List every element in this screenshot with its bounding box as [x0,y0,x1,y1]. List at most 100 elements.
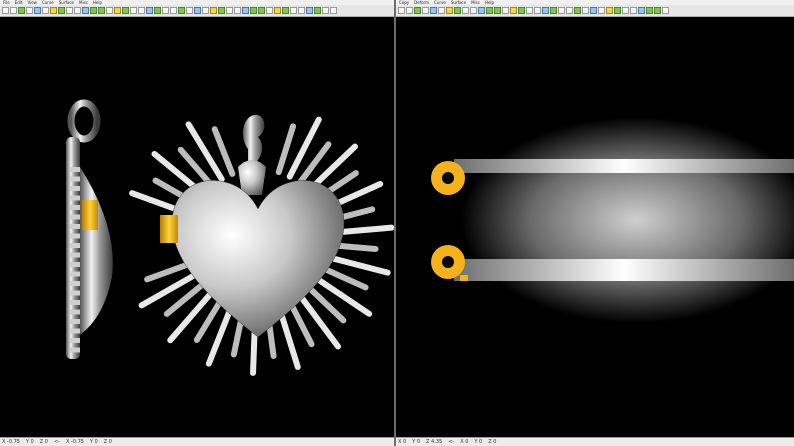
zoom-icon-button[interactable] [202,7,209,14]
render-icon-button[interactable] [282,7,289,14]
pointer-icon-button[interactable] [494,7,501,14]
pointer-icon-button[interactable] [638,7,645,14]
rotate-icon-button[interactable] [266,7,273,14]
pan-icon-button[interactable] [654,7,661,14]
side-ray-edge [70,271,80,277]
side-ray-edge [70,186,80,191]
grid-icon-button[interactable] [526,7,533,14]
left-toolbar [0,5,394,17]
zoom-icon-button[interactable] [250,7,257,14]
status-coord: X 0 [398,439,407,445]
pointer-icon-button[interactable] [242,7,249,14]
grid-icon-button[interactable] [274,7,281,14]
gold-hinge-front [160,215,178,243]
status-coord: Y 0 [412,439,421,445]
status-coord: Z 0 [488,439,497,445]
pointer-icon-button[interactable] [398,7,405,14]
zoom-icon-button[interactable] [454,7,461,14]
zoom-icon-button[interactable] [154,7,161,14]
status-coord: Y 0 [25,439,34,445]
render-icon-button[interactable] [138,7,145,14]
render-icon-button[interactable] [330,7,337,14]
sun-ray [167,288,216,344]
pointer-icon-button[interactable] [146,7,153,14]
render-icon-button[interactable] [186,7,193,14]
pointer-icon-button[interactable] [290,7,297,14]
zoom-icon-button[interactable] [10,7,17,14]
rotate-icon-button[interactable] [218,7,225,14]
pointer-icon-button[interactable] [542,7,549,14]
gold-hinge-side [82,200,98,230]
pan-icon-button[interactable] [210,7,217,14]
pan-icon-button[interactable] [306,7,313,14]
zoom-icon-button[interactable] [502,7,509,14]
left-3d-viewport[interactable] [0,17,394,438]
zoom-icon-button[interactable] [298,7,305,14]
rotate-icon-button[interactable] [314,7,321,14]
render-icon-button[interactable] [534,7,541,14]
render-icon-button[interactable] [234,7,241,14]
grid-icon-button[interactable] [622,7,629,14]
pan-icon-button[interactable] [558,7,565,14]
rotate-icon-button[interactable] [26,7,33,14]
rotate-icon-button[interactable] [614,7,621,14]
rotate-icon-button[interactable] [74,7,81,14]
render-icon-button[interactable] [42,7,49,14]
pan-icon-button[interactable] [462,7,469,14]
flame-swirl [242,114,265,167]
pointer-icon-button[interactable] [2,7,9,14]
grid-icon-button[interactable] [478,7,485,14]
rotate-icon-button[interactable] [170,7,177,14]
rotate-icon-button[interactable] [470,7,477,14]
pan-icon-button[interactable] [510,7,517,14]
pointer-icon-button[interactable] [50,7,57,14]
grid-icon-button[interactable] [34,7,41,14]
grid-icon-button[interactable] [430,7,437,14]
pan-icon-button[interactable] [258,7,265,14]
pendant-side-view [66,99,113,359]
rotate-icon-button[interactable] [566,7,573,14]
rotate-icon-button[interactable] [518,7,525,14]
zoom-icon-button[interactable] [598,7,605,14]
shaded-dome-surface [461,117,794,323]
heart-body [171,180,345,338]
zoom-icon-button[interactable] [406,7,413,14]
pan-icon-button[interactable] [114,7,121,14]
pointer-icon-button[interactable] [590,7,597,14]
grid-icon-button[interactable] [178,7,185,14]
grid-icon-button[interactable] [82,7,89,14]
render-icon-button[interactable] [438,7,445,14]
pointer-icon-button[interactable] [98,7,105,14]
pan-icon-button[interactable] [162,7,169,14]
gold-ring-upper [431,161,465,195]
render-icon-button[interactable] [630,7,637,14]
status-arrow: <- [448,439,455,445]
zoom-icon-button[interactable] [550,7,557,14]
render-icon-button[interactable] [90,7,97,14]
status-coord: Y 0 [89,439,98,445]
render-icon-button[interactable] [486,7,493,14]
rotate-icon-button[interactable] [422,7,429,14]
left-viewport-window: File Edit View Curve Surface Misc Help X… [0,0,394,446]
status-coord: Y 0 [474,439,483,445]
grid-icon-button[interactable] [226,7,233,14]
status-coord: Z 0 [103,439,112,445]
grid-icon-button[interactable] [574,7,581,14]
render-icon-button[interactable] [582,7,589,14]
pan-icon-button[interactable] [66,7,73,14]
right-3d-viewport[interactable] [396,17,794,438]
side-ray-edge [70,281,80,286]
pan-icon-button[interactable] [414,7,421,14]
pan-icon-button[interactable] [606,7,613,14]
rotate-icon-button[interactable] [662,7,669,14]
zoom-icon-button[interactable] [106,7,113,14]
pointer-icon-button[interactable] [446,7,453,14]
pan-icon-button[interactable] [18,7,25,14]
grid-icon-button[interactable] [130,7,137,14]
grid-icon-button[interactable] [322,7,329,14]
side-ray-edge [70,262,80,267]
rotate-icon-button[interactable] [122,7,129,14]
zoom-icon-button[interactable] [646,7,653,14]
zoom-icon-button[interactable] [58,7,65,14]
pointer-icon-button[interactable] [194,7,201,14]
